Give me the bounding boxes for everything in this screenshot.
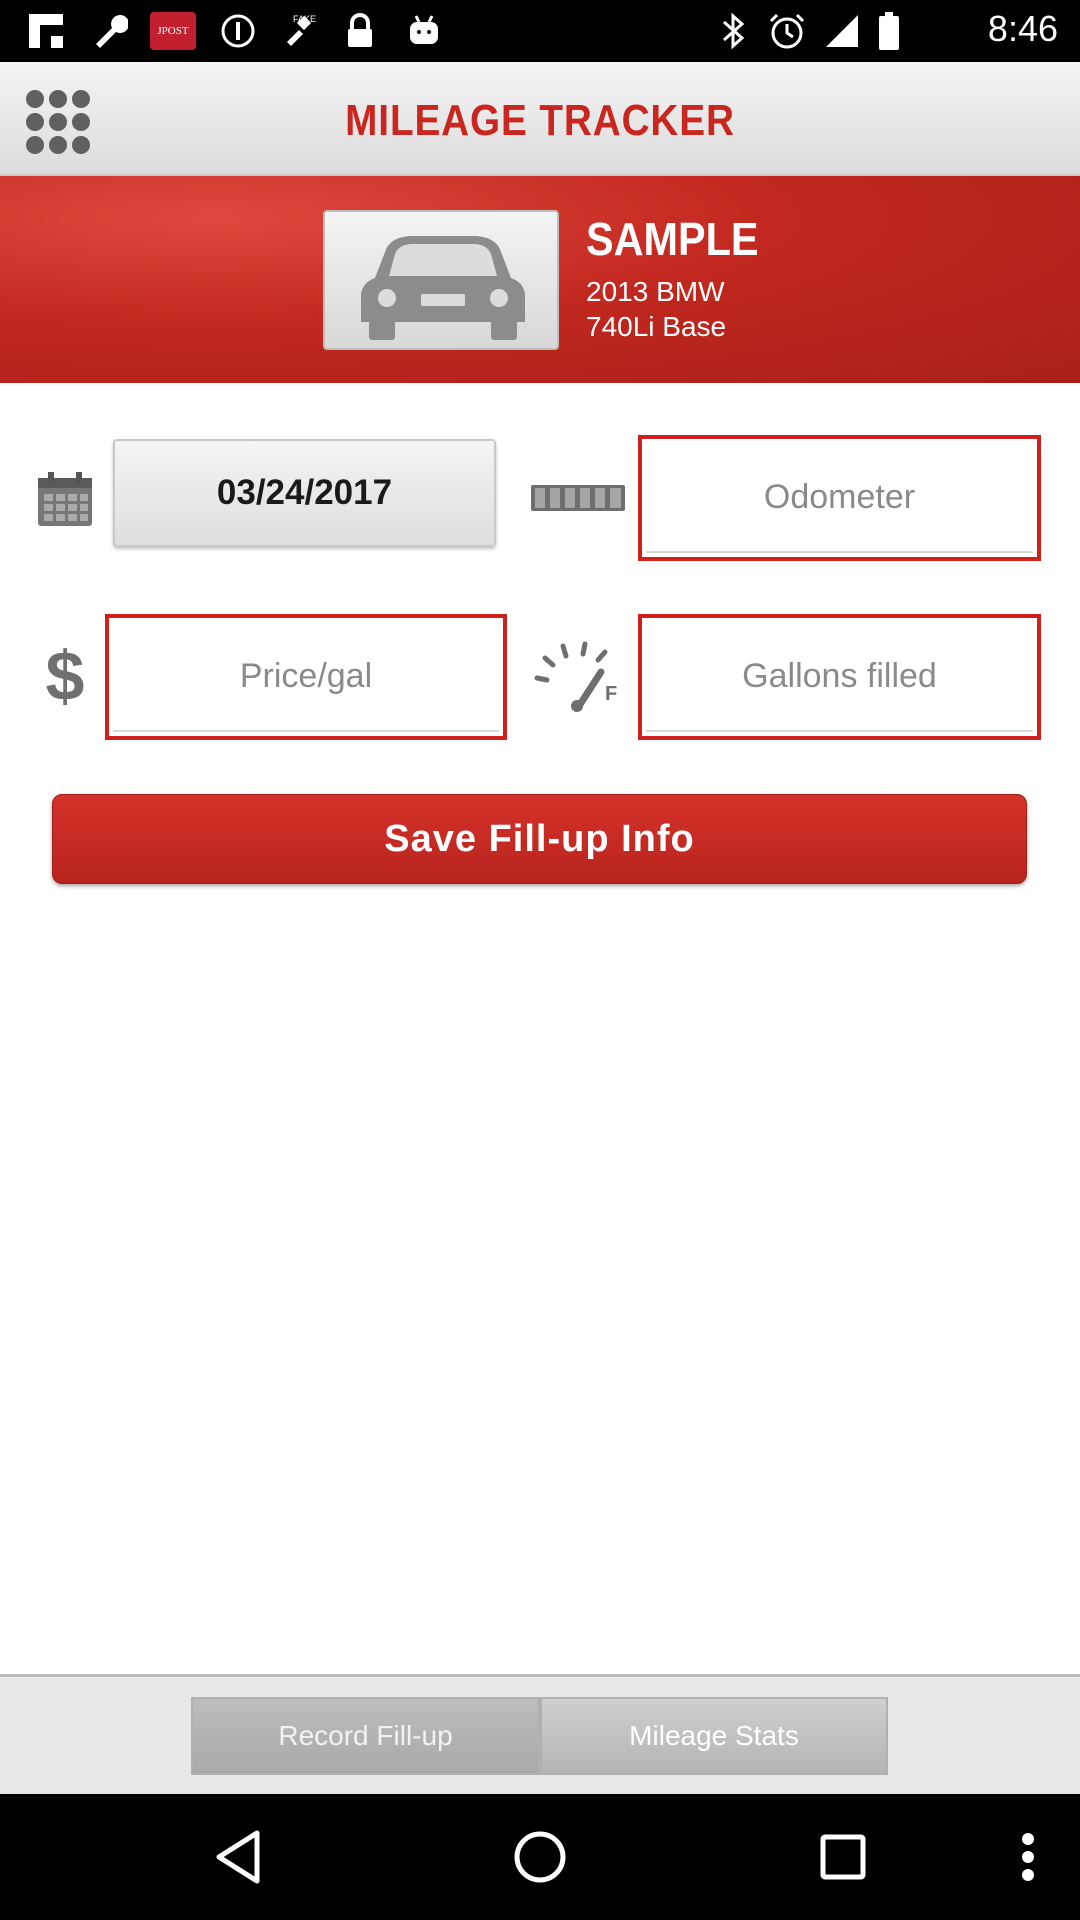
alarm-icon [766, 12, 808, 50]
gallons-filled-input[interactable] [646, 622, 1033, 732]
status-bar: JPOST FAKE 8:46 [0, 0, 1080, 62]
odometer-input[interactable] [646, 443, 1033, 553]
odometer-field-frame [638, 435, 1041, 561]
vehicle-year-make: 2013 BMW [586, 276, 725, 307]
car-icon [361, 236, 525, 340]
vehicle-model: 740Li Base [586, 311, 727, 342]
fake-gps-icon: FAKE [276, 12, 322, 50]
dollar-icon: $ [45, 637, 85, 715]
wrench-icon [88, 12, 130, 50]
svg-text:F: F [605, 683, 617, 705]
jpost-app-icon: JPOST [150, 12, 196, 50]
system-nav-bar [0, 1794, 1080, 1920]
price-per-gallon-input[interactable] [113, 622, 499, 732]
vehicle-banner: SAMPLE 2013 BMW 740Li Base [0, 176, 1080, 383]
lock-icon [342, 12, 378, 50]
price-field-frame [105, 614, 507, 740]
calendar-icon [38, 470, 92, 526]
info-icon [218, 12, 258, 50]
flipboard-icon [26, 12, 66, 50]
android-icon [404, 12, 444, 50]
battery-icon [876, 12, 902, 50]
signal-icon [822, 12, 862, 50]
app-header: MILEAGE TRACKER [0, 62, 1080, 176]
odometer-icon [531, 483, 625, 513]
save-fillup-button[interactable]: Save Fill-up Info [52, 794, 1027, 884]
vehicle-name: SAMPLE [586, 213, 759, 265]
svg-text:FAKE: FAKE [293, 14, 316, 24]
gallons-field-frame [638, 614, 1041, 740]
tab-mileage-stats[interactable]: Mileage Stats [540, 1697, 888, 1775]
bluetooth-icon [716, 12, 752, 50]
more-icon[interactable] [1000, 1822, 1056, 1892]
home-icon[interactable] [505, 1822, 575, 1892]
tab-record-fillup[interactable]: Record Fill-up [191, 1697, 540, 1775]
recents-icon[interactable] [808, 1822, 878, 1892]
back-icon[interactable] [203, 1822, 273, 1892]
clock: 8:46 [987, 8, 1058, 49]
page-title: MILEAGE TRACKER [345, 96, 735, 145]
jpost-label: JPOST [157, 25, 189, 37]
fuel-gauge-icon: F [531, 640, 625, 712]
vehicle-image[interactable] [323, 210, 559, 350]
date-picker-button[interactable]: 03/24/2017 [113, 439, 496, 547]
bottom-tab-bar: Record Fill-up Mileage Stats [0, 1674, 1080, 1794]
